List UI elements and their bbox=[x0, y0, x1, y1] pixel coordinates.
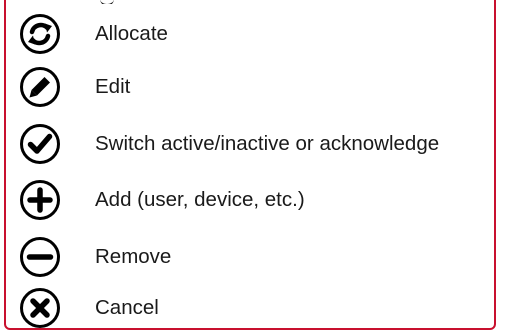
legend-label-edit: Edit bbox=[95, 75, 131, 98]
legend-item-add: Add (user, device, etc.) bbox=[19, 176, 305, 224]
legend-label-allocate: Allocate bbox=[95, 22, 168, 45]
close-icon bbox=[19, 287, 61, 329]
legend-item-remove: Remove bbox=[19, 233, 171, 281]
legend-item-allocate: Allocate bbox=[19, 10, 168, 58]
pencil-icon bbox=[19, 66, 61, 108]
plus-icon bbox=[19, 179, 61, 221]
legend-label-switch-acknowledge: Switch active/inactive or acknowledge bbox=[95, 132, 440, 155]
checkmark-icon bbox=[19, 123, 61, 165]
legend-label-add: Add (user, device, etc.) bbox=[95, 188, 305, 211]
legend-label-cancel: Cancel bbox=[95, 296, 159, 319]
refresh-icon bbox=[19, 13, 61, 55]
legend-item-cancel: Cancel bbox=[19, 284, 159, 332]
legend-label-remove: Remove bbox=[95, 245, 172, 268]
cropped-top-icon-fragment bbox=[90, 0, 160, 4]
minus-icon bbox=[19, 236, 61, 278]
legend-item-edit: Edit bbox=[19, 63, 130, 111]
legend-item-switch-acknowledge: Switch active/inactive or acknowledge bbox=[19, 120, 439, 168]
